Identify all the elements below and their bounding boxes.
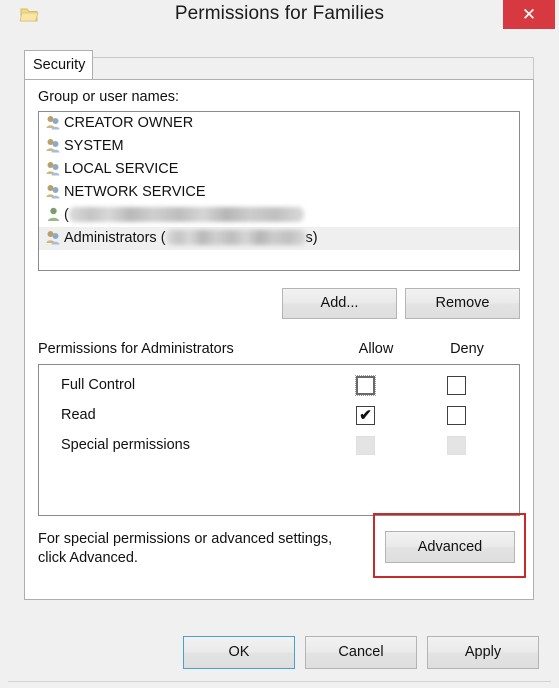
list-item-label: SYSTEM [64,138,124,154]
list-item-label: CREATOR OWNER [64,115,194,131]
checkbox-deny-read[interactable] [447,406,466,425]
title-bar: Permissions for Families ✕ [0,0,559,40]
advanced-button[interactable]: Advanced [385,531,515,563]
redacted-text [165,230,306,245]
redacted-text [68,207,304,222]
group-user-listbox[interactable]: CREATOR OWNER SYSTEM LOCAL SERVICE NETWO… [38,111,520,271]
column-header-deny: Deny [450,341,484,357]
group-icon [45,114,62,131]
close-button[interactable]: ✕ [503,0,555,29]
permission-row: Read ✔ [39,403,519,431]
group-icon [45,229,62,246]
list-item-label: NETWORK SERVICE [64,184,206,200]
permission-row: Special permissions [39,433,519,461]
checkbox-allow-special-permissions [356,436,375,455]
list-item[interactable]: NETWORK SERVICE [39,181,519,204]
remove-button[interactable]: Remove [405,288,520,319]
checkbox-deny-special-permissions [447,436,466,455]
group-or-user-names-label: Group or user names: [38,89,180,105]
list-item-label: LOCAL SERVICE [64,161,179,177]
permissions-for-label: Permissions for Administrators [38,341,234,357]
cancel-button[interactable]: Cancel [305,636,417,669]
list-item[interactable]: LOCAL SERVICE [39,158,519,181]
user-icon [45,206,62,223]
list-item[interactable]: SYSTEM [39,135,519,158]
apply-button[interactable]: Apply [427,636,539,669]
advanced-hint-text: For special permissions or advanced sett… [38,531,333,566]
checkbox-allow-read[interactable]: ✔ [356,406,375,425]
list-item[interactable]: CREATOR OWNER [39,112,519,135]
group-icon [45,160,62,177]
group-icon [45,183,62,200]
permission-label: Read [61,407,96,423]
list-item[interactable]: ( [39,204,519,227]
checkbox-deny-full-control[interactable] [447,376,466,395]
group-icon [45,137,62,154]
checkmark-icon: ✔ [359,407,372,424]
dialog-bottom-edge [8,681,551,682]
ok-button[interactable]: OK [183,636,295,669]
checkbox-allow-full-control[interactable] [355,375,376,396]
tab-strip: Security [24,50,534,80]
permission-label: Special permissions [61,437,190,453]
page-title: Permissions for Families [174,3,385,24]
permission-label: Full Control [61,377,136,393]
add-button[interactable]: Add... [282,288,397,319]
permissions-dialog: Permissions for Families ✕ Security Grou… [0,0,559,688]
close-icon: ✕ [521,5,537,24]
list-item-label-suffix: s) [305,230,318,246]
list-item-label: Administrators ( [64,230,166,246]
permissions-listbox: Full Control Read ✔ Special permissions [38,364,520,516]
tab-strip-filler [93,57,534,80]
column-header-allow: Allow [358,341,394,357]
permission-row: Full Control [39,373,519,401]
list-item[interactable]: Administrators ( s) [39,227,519,250]
tab-security[interactable]: Security [24,50,93,80]
